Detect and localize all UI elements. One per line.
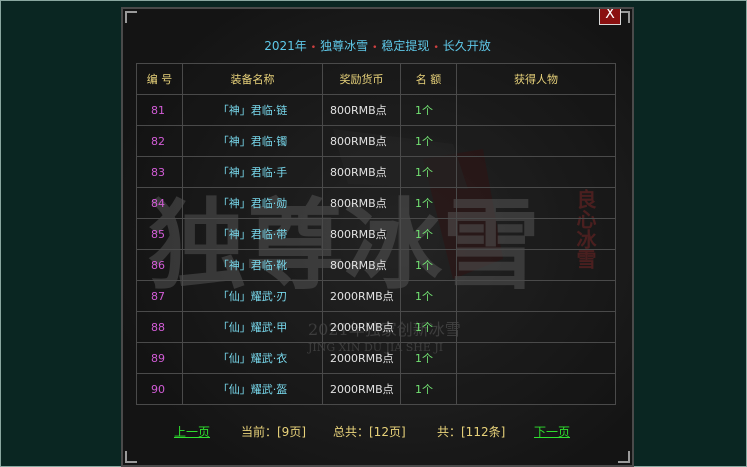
table-row: 84 「神」君临·勋 800RMB点 1个 [136, 187, 616, 219]
cell-winner [456, 373, 616, 405]
table-row: 88 「仙」耀武·甲 2000RMB点 1个 [136, 311, 616, 343]
cell-quota: 1个 [400, 373, 457, 405]
cell-winner [456, 342, 616, 374]
current-page-info: 当前：[9页] [241, 425, 306, 439]
cell-reward: 800RMB点 [322, 125, 401, 157]
pagination-bar: 上一页 当前：[9页] 总共：[12页] 共：[112条] 下一页 [136, 415, 615, 445]
cell-winner [456, 249, 616, 281]
cell-reward: 800RMB点 [322, 94, 401, 126]
cell-item-name: 「仙」耀武·甲 [182, 311, 323, 343]
cell-quota: 1个 [400, 249, 457, 281]
table-row: 86 「神」君临·靴 800RMB点 1个 [136, 249, 616, 281]
cell-no: 87 [136, 280, 183, 312]
cell-reward: 2000RMB点 [322, 342, 401, 374]
frame-corner [125, 451, 137, 463]
title-line: 2021年 • 独尊冰雪 • 稳定提现 • 长久开放 [123, 37, 632, 54]
cell-no: 83 [136, 156, 183, 188]
title-slogan-1: 稳定提现 [381, 39, 430, 53]
cell-reward: 800RMB点 [322, 249, 401, 281]
cell-quota: 1个 [400, 156, 457, 188]
title-separator: • [433, 43, 439, 53]
cell-quota: 1个 [400, 342, 457, 374]
cell-no: 89 [136, 342, 183, 374]
title-slogan-2: 长久开放 [442, 39, 491, 53]
cell-quota: 1个 [400, 218, 457, 250]
cell-winner [456, 311, 616, 343]
cell-winner [456, 94, 616, 126]
header-winner: 获得人物 [456, 63, 616, 95]
cell-no: 85 [136, 218, 183, 250]
title-separator: • [372, 43, 378, 53]
cell-reward: 800RMB点 [322, 218, 401, 250]
cell-winner [456, 218, 616, 250]
table-row: 89 「仙」耀武·衣 2000RMB点 1个 [136, 342, 616, 374]
header-item-name: 装备名称 [182, 63, 323, 95]
cell-item-name: 「神」君临·带 [182, 218, 323, 250]
cell-no: 88 [136, 311, 183, 343]
title-separator: • [310, 43, 317, 53]
table-row: 90 「仙」耀武·盔 2000RMB点 1个 [136, 373, 616, 405]
close-button[interactable]: X [599, 9, 621, 25]
reward-table: 编 号 装备名称 奖励货币 名 额 获得人物 81 「神」君临·链 800RMB点 1… [136, 63, 616, 405]
cell-item-name: 「仙」耀武·刃 [182, 280, 323, 312]
cell-item-name: 「神」君临·靴 [182, 249, 323, 281]
cell-no: 82 [136, 125, 183, 157]
cell-item-name: 「仙」耀武·盔 [182, 373, 323, 405]
table-row: 81 「神」君临·链 800RMB点 1个 [136, 94, 616, 126]
cell-no: 81 [136, 94, 183, 126]
cell-reward: 2000RMB点 [322, 280, 401, 312]
header-quota: 名 额 [400, 63, 457, 95]
cell-quota: 1个 [400, 187, 457, 219]
cell-quota: 1个 [400, 280, 457, 312]
cell-quota: 1个 [400, 311, 457, 343]
cell-quota: 1个 [400, 94, 457, 126]
cell-winner [456, 280, 616, 312]
reward-list-window: 独尊冰雪 良心冰雪 2021年独家创新冰雪 JING XIN DU JIA SH… [121, 7, 634, 467]
cell-no: 86 [136, 249, 183, 281]
header-reward: 奖励货币 [322, 63, 401, 95]
title-name: 独尊冰雪 [320, 39, 369, 53]
cell-item-name: 「神」君临·勋 [182, 187, 323, 219]
cell-no: 90 [136, 373, 183, 405]
cell-winner [456, 125, 616, 157]
table-row: 82 「神」君临·镯 800RMB点 1个 [136, 125, 616, 157]
cell-no: 84 [136, 187, 183, 219]
total-pages-info: 总共：[12页] [333, 425, 406, 439]
cell-item-name: 「神」君临·镯 [182, 125, 323, 157]
cell-item-name: 「神」君临·链 [182, 94, 323, 126]
frame-corner [125, 11, 137, 23]
cell-item-name: 「仙」耀武·衣 [182, 342, 323, 374]
total-items-info: 共：[112条] [437, 425, 506, 439]
cell-reward: 800RMB点 [322, 156, 401, 188]
table-row: 83 「神」君临·手 800RMB点 1个 [136, 156, 616, 188]
header-no: 编 号 [136, 63, 183, 95]
cell-winner [456, 156, 616, 188]
prev-page-link[interactable]: 上一页 [174, 423, 210, 440]
cell-reward: 2000RMB点 [322, 373, 401, 405]
table-row: 87 「仙」耀武·刃 2000RMB点 1个 [136, 280, 616, 312]
cell-reward: 2000RMB点 [322, 311, 401, 343]
table-row: 85 「神」君临·带 800RMB点 1个 [136, 218, 616, 250]
next-page-link[interactable]: 下一页 [534, 423, 570, 440]
cell-winner [456, 187, 616, 219]
table-header-row: 编 号 装备名称 奖励货币 名 额 获得人物 [136, 63, 616, 95]
title-year: 2021年 [264, 39, 307, 53]
frame-corner [618, 451, 630, 463]
cell-item-name: 「神」君临·手 [182, 156, 323, 188]
cell-reward: 800RMB点 [322, 187, 401, 219]
cell-quota: 1个 [400, 125, 457, 157]
